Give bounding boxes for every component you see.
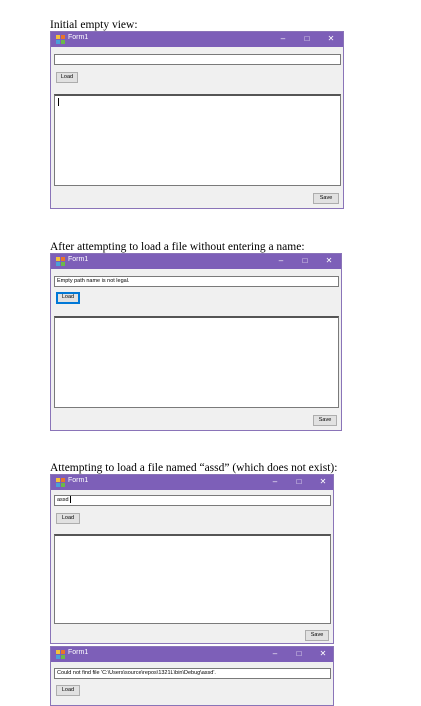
form-window: Form1 – □ ✕ Empty path name is not legal…: [50, 253, 342, 431]
close-button[interactable]: ✕: [317, 649, 329, 659]
minimize-button[interactable]: –: [277, 34, 289, 44]
load-button[interactable]: Load: [56, 513, 80, 524]
load-button[interactable]: Load: [56, 72, 78, 83]
load-button[interactable]: Load: [56, 292, 80, 304]
window-title: Form1: [68, 477, 89, 484]
title-bar[interactable]: Form1 – □ ✕: [51, 254, 341, 269]
form-app-icon: [56, 478, 65, 487]
form-window: Form1 – □ ✕ Could not find file 'C:\User…: [50, 646, 334, 706]
form-app-icon: [56, 257, 65, 266]
save-button[interactable]: Save: [313, 193, 339, 204]
form-window: Form1 – □ ✕ assd Load Save: [50, 474, 334, 644]
file-path-input[interactable]: assd: [54, 495, 331, 506]
title-bar[interactable]: Form1 – □ ✕: [51, 32, 343, 47]
text-caret: [69, 496, 71, 504]
title-bar[interactable]: Form1 – □ ✕: [51, 647, 333, 662]
caption-initial-view: Initial empty view:: [50, 19, 138, 31]
close-button[interactable]: ✕: [317, 477, 329, 487]
maximize-button[interactable]: □: [301, 34, 313, 44]
form-app-icon: [56, 650, 65, 659]
caption-missing-file: Attempting to load a file named “assd” (…: [50, 462, 338, 474]
text-caret: [58, 98, 59, 106]
form-app-icon: [56, 35, 65, 44]
close-button[interactable]: ✕: [325, 34, 337, 44]
save-button[interactable]: Save: [305, 630, 329, 641]
window-title: Form1: [68, 256, 89, 263]
caption-empty-name: After attempting to load a file without …: [50, 241, 305, 253]
title-bar[interactable]: Form1 – □ ✕: [51, 475, 333, 490]
maximize-button[interactable]: □: [293, 477, 305, 487]
save-button[interactable]: Save: [313, 415, 337, 426]
file-path-value: assd: [57, 497, 69, 503]
file-path-input[interactable]: Could not find file 'C:\Users\source\rep…: [54, 668, 331, 679]
form-window: Form1 – □ ✕ Load Save: [50, 31, 344, 209]
window-title: Form1: [68, 34, 89, 41]
file-path-input[interactable]: [54, 54, 341, 65]
minimize-button[interactable]: –: [269, 477, 281, 487]
maximize-button[interactable]: □: [293, 649, 305, 659]
maximize-button[interactable]: □: [299, 256, 311, 266]
file-path-input[interactable]: Empty path name is not legal.: [54, 276, 339, 287]
close-button[interactable]: ✕: [323, 256, 335, 266]
content-textarea[interactable]: [54, 94, 341, 186]
load-button[interactable]: Load: [56, 685, 80, 696]
minimize-button[interactable]: –: [275, 256, 287, 266]
content-textarea[interactable]: [54, 316, 339, 408]
content-textarea[interactable]: [54, 534, 331, 624]
minimize-button[interactable]: –: [269, 649, 281, 659]
window-title: Form1: [68, 649, 89, 656]
